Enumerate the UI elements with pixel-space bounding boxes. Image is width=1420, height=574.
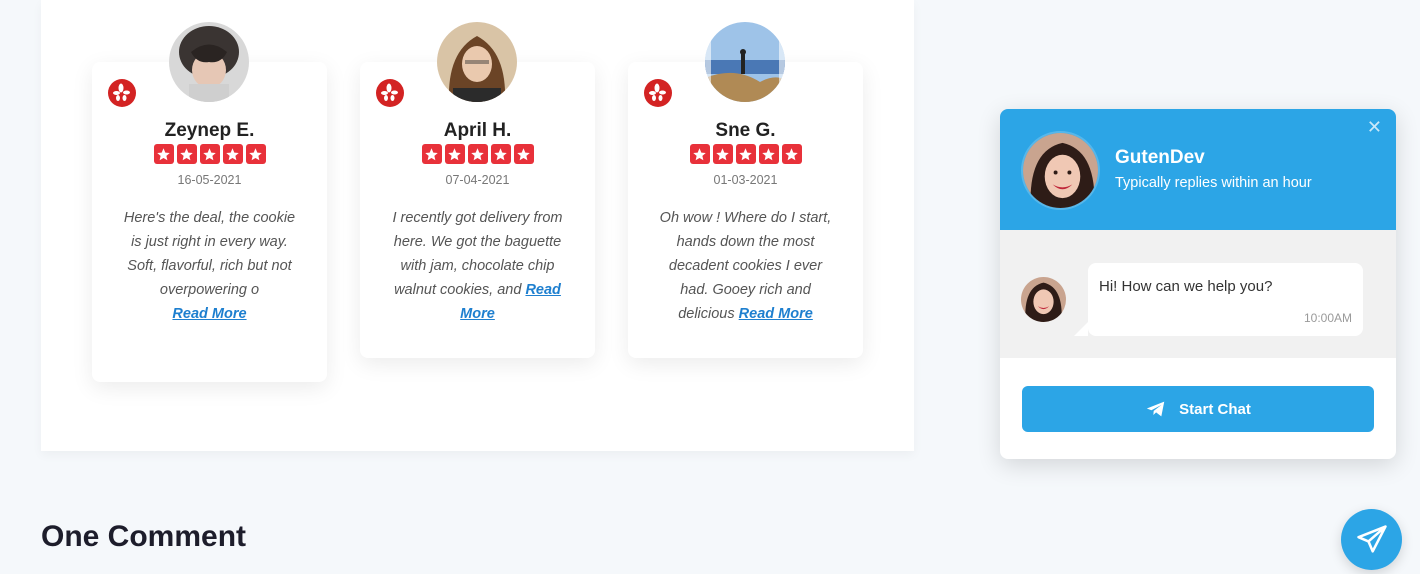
reviewer-avatar: [437, 22, 517, 102]
star-icon: [712, 144, 733, 164]
star-icon: [444, 144, 465, 164]
star-rating: [360, 144, 595, 164]
yelp-icon: [644, 79, 672, 107]
comments-title: One Comment: [41, 520, 247, 553]
read-more-link[interactable]: Read More: [172, 306, 246, 322]
agent-status: Typically replies within an hour: [1115, 175, 1312, 191]
review-card: Zeynep E. 16-05-2021 Here's the deal, th…: [92, 22, 327, 382]
reviewer-avatar: [169, 22, 249, 102]
review-text: Oh wow ! Where do I start, hands down th…: [656, 206, 835, 326]
star-icon: [222, 144, 243, 164]
star-icon: [781, 144, 802, 164]
chat-header: GutenDev Typically replies within an hou…: [1000, 109, 1396, 230]
chat-launcher-button[interactable]: [1341, 509, 1402, 570]
star-icon: [467, 144, 488, 164]
message-time: 10:00AM: [1303, 311, 1352, 325]
yelp-icon: [376, 79, 404, 107]
agent-avatar-small: [1021, 277, 1066, 322]
start-chat-button[interactable]: Start Chat: [1022, 386, 1374, 432]
star-icon: [689, 144, 710, 164]
star-icon: [153, 144, 174, 164]
review-date: 07-04-2021: [445, 173, 510, 187]
read-more-link[interactable]: Read More: [739, 306, 813, 322]
reviews-panel: Zeynep E. 16-05-2021 Here's the deal, th…: [41, 0, 914, 451]
review-text: I recently got delivery from here. We go…: [388, 206, 567, 326]
start-chat-label: Start Chat: [1179, 400, 1251, 418]
star-icon: [735, 144, 756, 164]
chat-body: Hi! How can we help you? 10:00AM: [1000, 230, 1396, 358]
star-icon: [758, 144, 779, 164]
star-icon: [176, 144, 197, 164]
reviewer-name: Zeynep E.: [164, 120, 255, 141]
review-date: 01-03-2021: [713, 173, 778, 187]
star-icon: [513, 144, 534, 164]
review-card: April H. 07-04-2021 I recently got deliv…: [360, 22, 595, 358]
reviewer-name: Sne G.: [715, 120, 776, 141]
message-bubble: Hi! How can we help you? 10:00AM: [1074, 263, 1363, 336]
chat-widget: GutenDev Typically replies within an hou…: [1000, 109, 1396, 459]
reviewer-name: April H.: [443, 120, 512, 141]
review-card: Sne G. 01-03-2021 Oh wow ! Where do I st…: [628, 22, 863, 358]
paper-plane-icon: [1356, 524, 1387, 553]
agent-avatar: [1021, 131, 1100, 210]
star-rating: [92, 144, 327, 164]
star-icon: [421, 144, 442, 164]
star-icon: [245, 144, 266, 164]
review-text: Here's the deal, the cookie is just righ…: [120, 206, 299, 326]
star-icon: [490, 144, 511, 164]
star-icon: [199, 144, 220, 164]
review-date: 16-05-2021: [177, 173, 242, 187]
yelp-icon: [108, 79, 136, 107]
reviewer-avatar: [705, 22, 785, 102]
telegram-icon: [1146, 401, 1165, 417]
agent-name: GutenDev: [1115, 147, 1205, 168]
close-icon[interactable]: ✕: [1367, 117, 1382, 138]
review-body: Here's the deal, the cookie is just righ…: [123, 210, 296, 298]
message-text: Hi! How can we help you?: [1099, 278, 1273, 295]
star-rating: [628, 144, 863, 164]
